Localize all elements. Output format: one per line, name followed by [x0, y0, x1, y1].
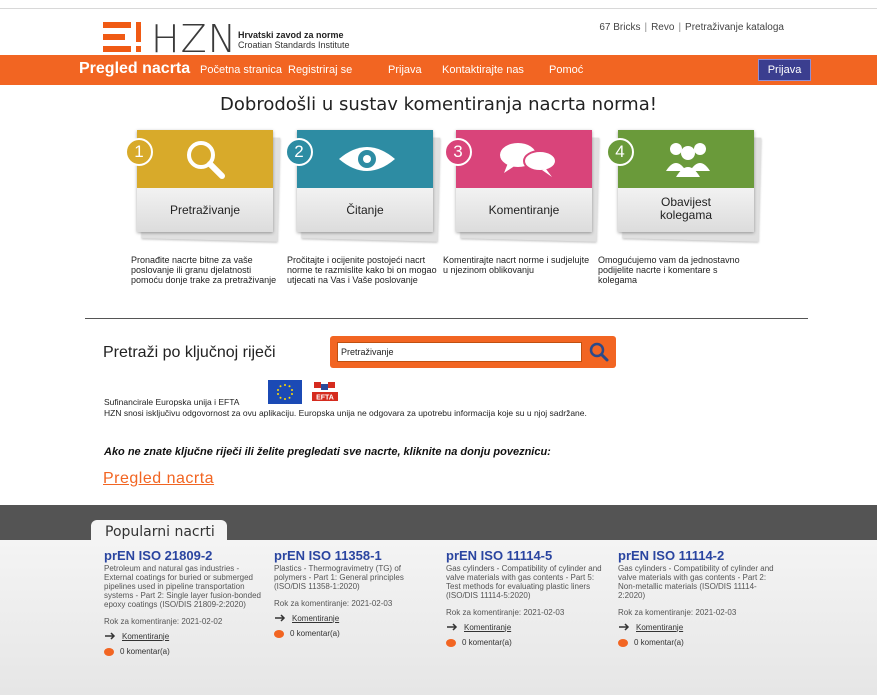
draft-deadline: Rok za komentiranje: 2021-02-02 [104, 617, 223, 626]
speech-bubbles-icon [500, 143, 557, 177]
comment-count: 0 komentar(a) [120, 647, 170, 656]
disclaimer-text: HZN snosi isključivu odgovornost za ovu … [104, 408, 587, 418]
draft-title[interactable]: prEN ISO 11114-5 [446, 548, 606, 563]
comment-count: 0 komentar(a) [634, 638, 684, 647]
nav-item-contact[interactable]: Kontaktirajte nas [442, 64, 524, 76]
draft-card: prEN ISO 11358-1 Plastics - Thermogravim… [274, 548, 434, 638]
arrow-right-icon [105, 632, 116, 640]
org-name: Hrvatski zavod za norme [238, 30, 344, 40]
arrow-right-icon [275, 614, 286, 622]
draft-title[interactable]: prEN ISO 11358-1 [274, 548, 434, 563]
draft-description: Gas cylinders - Compatibility of cylinde… [618, 564, 774, 600]
step-description: Omogućujemo vam da jednostavno podijelit… [598, 255, 740, 285]
step-label: Obavijest kolegama [618, 188, 754, 232]
step-label: Čitanje [297, 188, 433, 232]
step-label: Pretraživanje [137, 188, 273, 232]
toplink-revo[interactable]: Revo [651, 22, 674, 33]
search-input[interactable] [337, 342, 582, 362]
top-border [0, 8, 877, 9]
toplink-67bricks[interactable]: 67 Bricks [599, 22, 640, 33]
popular-tab[interactable]: Popularni nacrti [91, 520, 227, 544]
step-label: Komentiranje [456, 188, 592, 232]
nav-item-register[interactable]: Registriraj se [288, 64, 352, 76]
step-number: 1 [125, 138, 153, 166]
draft-card: prEN ISO 11114-5 Gas cylinders - Compati… [446, 548, 606, 647]
draft-description: Plastics - Thermogravimetry (TG) of poly… [274, 564, 404, 591]
eu-flag-icon [268, 380, 302, 404]
comment-bubble-icon [618, 638, 628, 647]
step-comment-card[interactable]: Komentiranje 3 [444, 130, 600, 242]
step-description: Pronađite nacrte bitne za vaše poslovanj… [131, 255, 277, 285]
comment-link[interactable]: Komentiranje [292, 614, 339, 623]
draft-title[interactable]: prEN ISO 21809-2 [104, 548, 264, 563]
comment-link[interactable]: Komentiranje [464, 623, 511, 632]
step-search-card[interactable]: Pretraživanje 1 [125, 130, 281, 242]
arrow-right-icon [447, 623, 458, 631]
step-description: Komentirajte nacrt norme i sudjelujte u … [443, 255, 590, 275]
step-number: 4 [606, 138, 634, 166]
draft-deadline: Rok za komentiranje: 2021-02-03 [274, 599, 393, 608]
nav-item-home[interactable]: Početna stranica [200, 64, 282, 76]
browse-prompt: Ako ne znate ključne riječi ili želite p… [104, 446, 551, 458]
draft-deadline: Rok za komentiranje: 2021-02-03 [618, 608, 737, 617]
org-subtitle: Croatian Standards Institute [238, 40, 350, 50]
search-heading: Pretraži po ključnoj riječi [103, 344, 276, 361]
comment-bubble-icon [446, 638, 456, 647]
toplink-catalog-search[interactable]: Pretraživanje kataloga [685, 22, 784, 33]
funding-text: Sufinancirale Europska unija i EFTA [104, 397, 240, 407]
comment-link[interactable]: Komentiranje [122, 632, 169, 641]
section-divider [85, 318, 808, 319]
comment-count: 0 komentar(a) [462, 638, 512, 647]
people-icon [666, 143, 710, 177]
magnifier-icon [187, 141, 225, 179]
nav-brand[interactable]: Pregled nacrta [79, 60, 190, 78]
hzn-logo-mark[interactable] [103, 20, 143, 54]
search-bar [330, 336, 616, 368]
comment-bubble-icon [274, 629, 284, 638]
step-number: 2 [285, 138, 313, 166]
nav-item-help[interactable]: Pomoć [549, 64, 583, 76]
efta-logo-icon: EFTA [310, 380, 340, 404]
step-description: Pročitajte i ocijenite postojeći nacrt n… [287, 255, 437, 285]
draft-description: Gas cylinders - Compatibility of cylinde… [446, 564, 602, 600]
browse-drafts-link[interactable]: Pregled nacrta [103, 470, 214, 488]
main-nav: Pregled nacrta Početna stranica Registri… [0, 55, 877, 85]
top-links: 67 Bricks | Revo | Pretraživanje kataloga [599, 22, 784, 33]
comment-link[interactable]: Komentiranje [636, 623, 683, 632]
comment-bubble-icon [104, 647, 114, 656]
draft-deadline: Rok za komentiranje: 2021-02-03 [446, 608, 565, 617]
step-read-card[interactable]: Čitanje 2 [285, 130, 441, 242]
step-share-card[interactable]: Obavijest kolegama 4 [606, 130, 762, 242]
draft-title[interactable]: prEN ISO 11114-2 [618, 548, 778, 563]
arrow-right-icon [619, 623, 630, 631]
draft-card: prEN ISO 21809-2 Petroleum and natural g… [104, 548, 264, 656]
eye-icon [339, 147, 395, 171]
efta-label: EFTA [316, 395, 334, 402]
draft-card: prEN ISO 11114-2 Gas cylinders - Compati… [618, 548, 778, 647]
step-number: 3 [444, 138, 472, 166]
search-icon[interactable] [587, 340, 611, 364]
login-button[interactable]: Prijava [758, 59, 811, 81]
draft-description: Petroleum and natural gas industries - E… [104, 564, 261, 609]
welcome-heading: Dobrodošli u sustav komentiranja nacrta … [220, 94, 657, 115]
nav-item-login[interactable]: Prijava [388, 64, 422, 76]
comment-count: 0 komentar(a) [290, 629, 340, 638]
